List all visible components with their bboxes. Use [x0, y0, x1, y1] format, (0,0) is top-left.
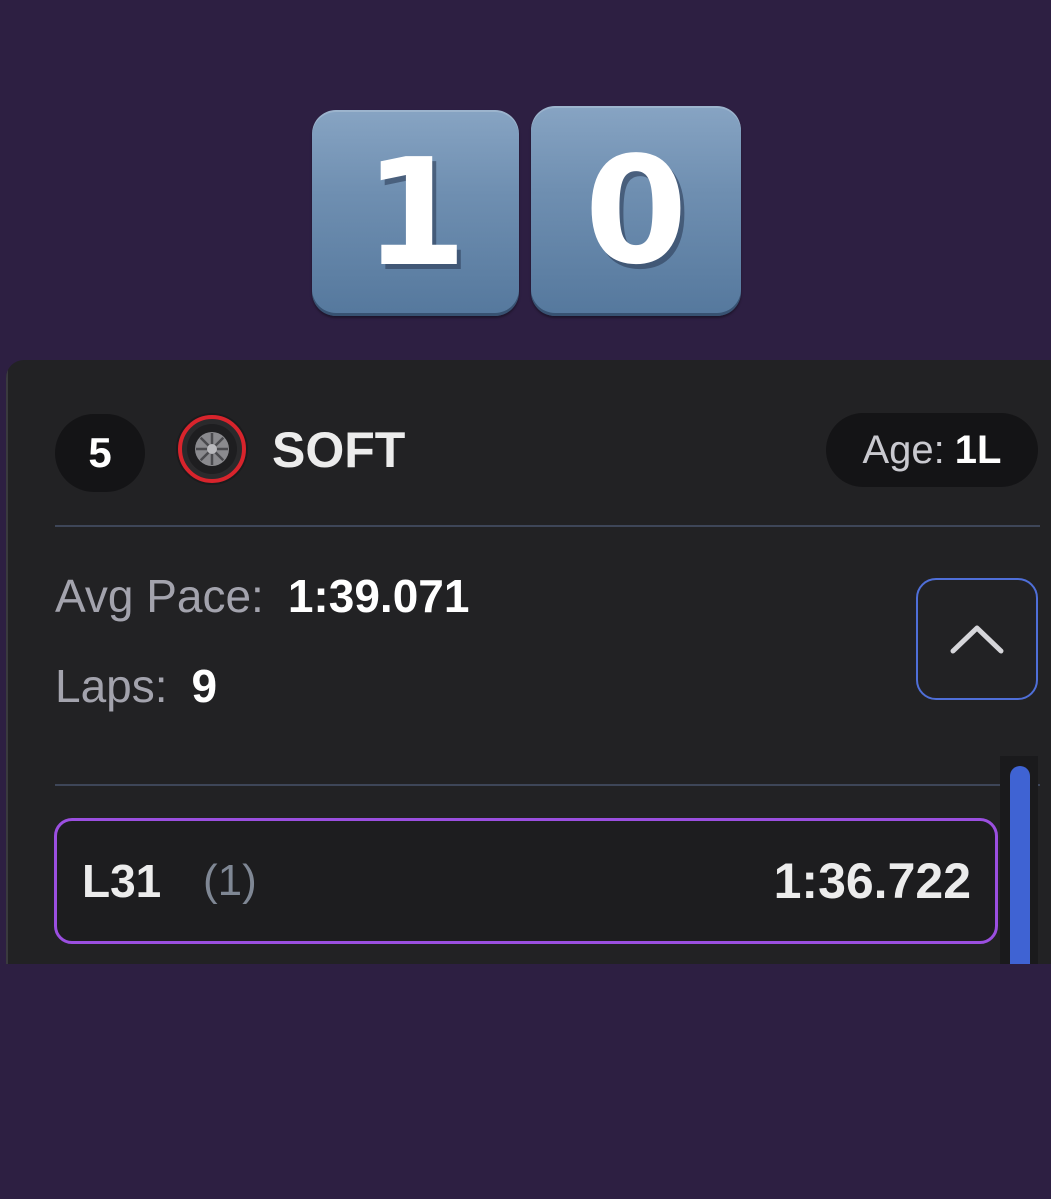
age-value: 1L: [954, 427, 1002, 472]
laps-value: 9: [191, 660, 218, 712]
tile-number: 1 0: [312, 106, 742, 318]
lap-position: (1): [203, 856, 257, 905]
divider: [55, 784, 1040, 786]
collapse-button[interactable]: [916, 578, 1038, 700]
laps-stat: Laps: 9: [55, 656, 217, 716]
tyre-compound-label: SOFT: [272, 422, 406, 478]
lap-time: 1:36.722: [773, 853, 971, 909]
divider: [55, 525, 1040, 527]
scrollbar-thumb[interactable]: [1010, 766, 1030, 964]
stint-number-badge: 5: [55, 414, 145, 492]
lap-number: L31: [82, 855, 162, 907]
avg-pace-label: Avg Pace:: [55, 570, 264, 622]
digit-tile-1: 1: [312, 110, 519, 316]
stint-card: 5 SOFT Age: 1L Avg Pace: 1:39.071 Laps: 9 …: [6, 360, 1051, 964]
digit-tile-2: 0: [531, 106, 741, 316]
soft-tyre-icon: [176, 413, 248, 485]
lap-row-fastest[interactable]: L31 (1) 1:36.722: [54, 818, 998, 944]
card-edge: [6, 360, 8, 964]
laps-label: Laps:: [55, 660, 168, 712]
tyre-age-badge: Age: 1L: [826, 413, 1038, 487]
avg-pace-value: 1:39.071: [287, 570, 470, 622]
avg-pace-stat: Avg Pace: 1:39.071: [55, 566, 469, 626]
age-label: Age:: [862, 427, 945, 472]
chevron-up-icon: [950, 625, 1004, 654]
